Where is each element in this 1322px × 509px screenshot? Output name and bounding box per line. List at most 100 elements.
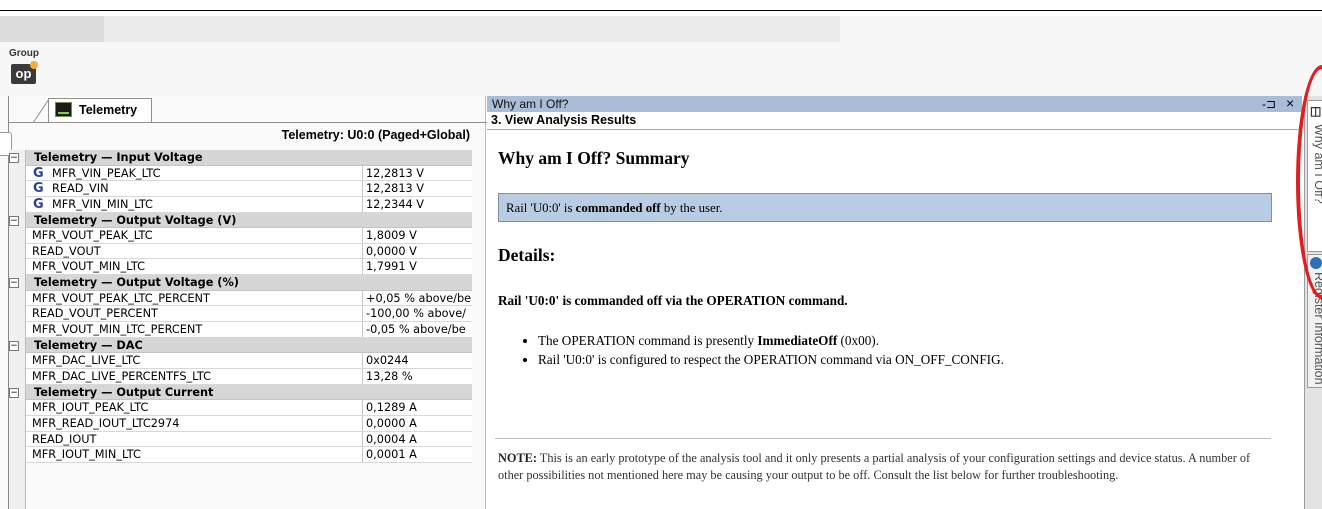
group-header-label: Telemetry — Input Voltage <box>34 151 203 164</box>
register-name: READ_VIN <box>52 182 109 196</box>
collapse-toggle-icon[interactable]: − <box>9 278 19 289</box>
table-row[interactable]: READ_VOUT 0,0000 V <box>26 243 472 260</box>
note-label: NOTE: <box>498 451 537 465</box>
table-row[interactable]: G MFR_VIN_PEAK_LTC 12,2813 V <box>26 165 472 182</box>
register-name: READ_IOUT <box>32 432 97 446</box>
summary-emphasis: commanded off <box>575 201 661 215</box>
global-g-icon: G <box>33 181 44 197</box>
bullet1-prefix: The OPERATION command is presently <box>538 333 758 348</box>
summary-heading: Why am I Off? Summary <box>498 148 690 168</box>
register-name: MFR_VOUT_MIN_LTC_PERCENT <box>32 323 203 337</box>
tab-telemetry-label: Telemetry <box>79 103 138 117</box>
note-body: This is an early prototype of the analys… <box>498 451 1251 482</box>
tab-divider <box>9 122 487 123</box>
summary-prefix: Rail 'U0:0' is <box>506 201 576 215</box>
global-g-icon: G <box>33 165 44 181</box>
register-value: 12,2344 V <box>362 196 472 212</box>
table-row[interactable]: MFR_READ_IOUT_LTC2974 0,0000 A <box>26 415 472 432</box>
group-header[interactable]: − Telemetry — DAC <box>9 337 472 354</box>
list-item: The OPERATION command is presently Immed… <box>538 332 1004 351</box>
group-header-label: Telemetry — Output Current <box>34 385 214 399</box>
group-header[interactable]: − Telemetry — Input Voltage <box>9 150 472 166</box>
top-border <box>0 10 1322 11</box>
op-button[interactable]: op <box>11 61 38 84</box>
command-line: Rail 'U0:0' is commanded off via the OPE… <box>498 293 848 308</box>
register-name: MFR_VOUT_MIN_LTC <box>32 260 146 274</box>
grid-row-header-column <box>9 150 26 509</box>
collapse-toggle-icon[interactable]: − <box>9 340 19 351</box>
telemetry-grid: − Telemetry — Input Voltage G MFR_VIN_PEAK_… <box>9 150 472 463</box>
table-row[interactable]: MFR_VOUT_PEAK_LTC 1,8009 V <box>26 228 472 244</box>
table-row[interactable]: MFR_DAC_LIVE_LTC 0x0244 <box>26 353 472 369</box>
telemetry-title: Telemetry: U0:0 (Paged+Global) <box>281 128 470 142</box>
register-value: 0,1289 A <box>362 400 472 416</box>
global-g-icon: G <box>33 196 44 212</box>
details-list: The OPERATION command is presently Immed… <box>498 332 1004 370</box>
group-header-label: Telemetry — Output Voltage (%) <box>34 276 239 290</box>
why-panel-title: Why am I Off? <box>492 97 569 111</box>
op-button-label: op <box>15 66 32 81</box>
register-name: MFR_VOUT_PEAK_LTC <box>32 229 153 243</box>
register-value: -0,05 % above/be <box>362 322 472 338</box>
register-name: MFR_IOUT_PEAK_LTC <box>32 401 149 415</box>
pin-icon[interactable]: -⊐ <box>1262 96 1276 112</box>
bullet2-text: Rail 'U0:0' is configured to respect the… <box>538 352 1004 367</box>
register-value: +0,05 % above/be <box>362 290 472 306</box>
group-header-label: Telemetry — DAC <box>34 338 143 352</box>
register-value: 1,7991 V <box>362 259 472 275</box>
bullet1-suffix: (0x00). <box>837 333 879 348</box>
summary-box: Rail 'U0:0' is commanded off by the user… <box>498 193 1272 222</box>
table-row[interactable]: MFR_IOUT_PEAK_LTC 0,1289 A <box>26 400 472 416</box>
register-value: 0,0000 V <box>362 243 472 259</box>
table-row[interactable]: MFR_VOUT_MIN_LTC_PERCENT -0,05 % above/be <box>26 322 472 338</box>
table-row[interactable]: G READ_VIN 12,2813 V <box>26 181 472 197</box>
register-value: 0x0244 <box>362 353 472 369</box>
register-name: READ_VOUT_PERCENT <box>32 307 158 321</box>
details-heading: Details: <box>498 245 556 265</box>
group-header[interactable]: − Telemetry — Output Current <box>9 384 472 401</box>
register-value: 0,0004 A <box>362 431 472 447</box>
table-row[interactable]: MFR_DAC_LIVE_PERCENTFS_LTC 13,28 % <box>26 368 472 385</box>
register-value: 12,2813 V <box>362 181 472 197</box>
table-row[interactable]: MFR_VOUT_MIN_LTC 1,7991 V <box>26 259 472 276</box>
register-value: 13,28 % <box>362 368 472 384</box>
op-badge-icon <box>30 61 38 69</box>
register-name: MFR_DAC_LIVE_LTC <box>32 354 141 368</box>
note-divider <box>495 438 1271 439</box>
table-row[interactable]: MFR_VOUT_PEAK_LTC_PERCENT +0,05 % above/b… <box>26 290 472 307</box>
register-name: MFR_IOUT_MIN_LTC <box>32 448 141 462</box>
summary-suffix: by the user. <box>660 201 723 215</box>
close-icon[interactable]: × <box>1286 95 1294 111</box>
telemetry-graph-icon <box>55 102 72 117</box>
why-panel-titlebar: Why am I Off? <box>487 96 1302 112</box>
register-name: MFR_VIN_PEAK_LTC <box>52 166 161 180</box>
register-name: READ_VOUT <box>32 244 101 258</box>
register-name: MFR_DAC_LIVE_PERCENTFS_LTC <box>32 369 212 383</box>
register-name: MFR_READ_IOUT_LTC2974 <box>32 416 180 430</box>
collapse-toggle-icon[interactable]: − <box>9 153 19 163</box>
step-divider <box>487 129 1302 130</box>
group-label: Group <box>9 48 39 59</box>
list-item: Rail 'U0:0' is configured to respect the… <box>538 351 1004 370</box>
group-header[interactable]: − Telemetry — Output Voltage (%) <box>9 275 472 291</box>
collapse-toggle-icon[interactable]: − <box>9 215 19 226</box>
register-value: 12,2813 V <box>362 165 472 181</box>
ribbon-strip-tab <box>0 16 104 42</box>
note-text: NOTE: This is an early prototype of the … <box>498 450 1272 484</box>
register-name: MFR_VIN_MIN_LTC <box>52 197 153 211</box>
register-value: 1,8009 V <box>362 228 472 244</box>
table-row[interactable]: READ_IOUT 0,0004 A <box>26 431 472 448</box>
register-value: 0,0000 A <box>362 415 472 431</box>
register-value: -100,00 % above/ <box>362 306 472 322</box>
table-row[interactable]: READ_VOUT_PERCENT -100,00 % above/ <box>26 306 472 323</box>
table-row[interactable]: G MFR_VIN_MIN_LTC 12,2344 V <box>26 196 472 213</box>
group-header-label: Telemetry — Output Voltage (V) <box>34 213 237 227</box>
step-label: 3. View Analysis Results <box>491 113 637 127</box>
bullet1-emphasis: ImmediateOff <box>757 333 838 348</box>
register-name: MFR_VOUT_PEAK_LTC_PERCENT <box>32 291 210 305</box>
group-header[interactable]: − Telemetry — Output Voltage (V) <box>9 212 472 229</box>
register-value: 0,0001 A <box>362 447 472 463</box>
ribbon-strip <box>0 16 840 42</box>
collapse-toggle-icon[interactable]: − <box>9 387 19 398</box>
table-row[interactable]: MFR_IOUT_MIN_LTC 0,0001 A <box>26 447 472 463</box>
